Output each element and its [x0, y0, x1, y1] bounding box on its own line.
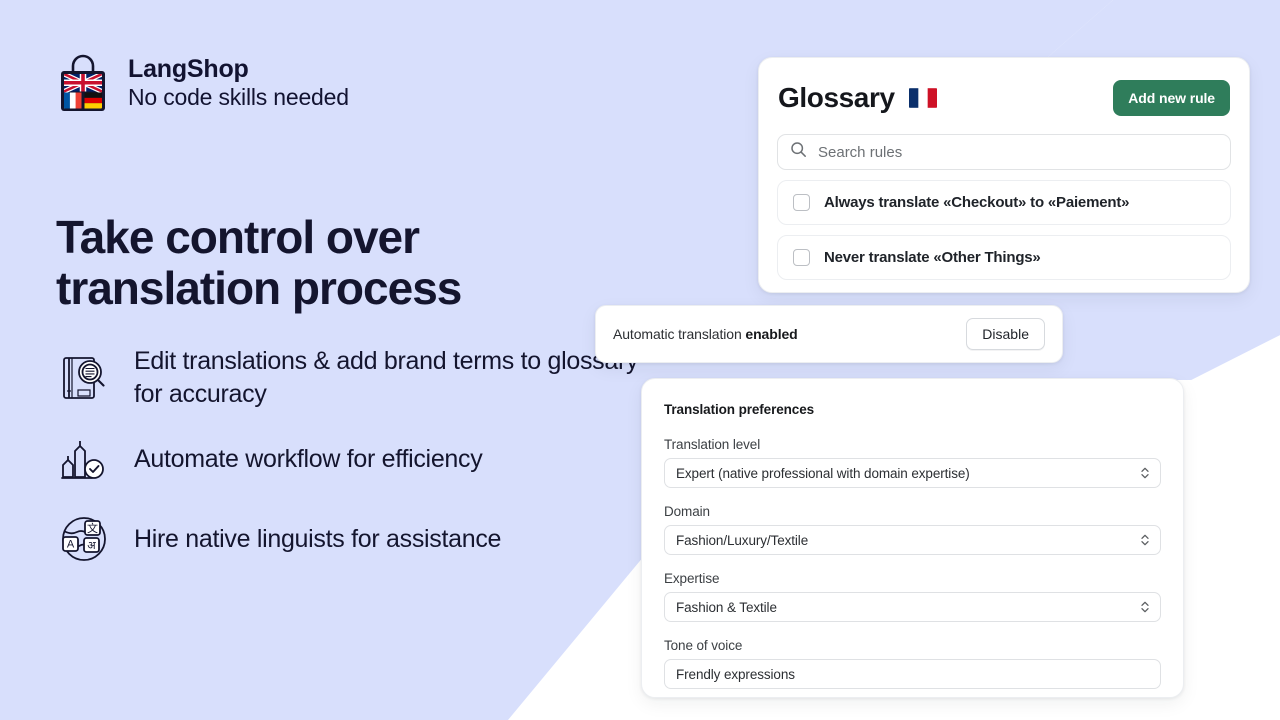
- add-new-rule-button[interactable]: Add new rule: [1113, 80, 1230, 116]
- feature-item: Edit translations & add brand terms to g…: [56, 345, 656, 410]
- field-domain: Domain Fashion/Luxury/Textile: [664, 504, 1161, 555]
- brand-tagline: No code skills needed: [128, 84, 349, 111]
- feature-list: Edit translations & add brand terms to g…: [56, 345, 656, 588]
- page-root: LangShop No code skills needed Take cont…: [0, 0, 1280, 720]
- field-label: Domain: [664, 504, 710, 519]
- automatic-translation-status: Automatic translation enabled: [613, 326, 798, 342]
- book-magnifier-icon: [56, 350, 112, 406]
- glossary-title: Glossary: [778, 82, 895, 113]
- brand-lockup: LangShop No code skills needed: [56, 52, 349, 114]
- checkbox-unchecked-icon[interactable]: [793, 194, 810, 211]
- disable-button[interactable]: Disable: [966, 318, 1045, 350]
- feature-item: A 文 अ Hire native linguists for assistan…: [56, 508, 656, 570]
- glossary-header: Glossary Add new rule: [777, 80, 1231, 116]
- field-label: Tone of voice: [664, 638, 743, 653]
- field-translation-level: Translation level Expert (native profess…: [664, 437, 1161, 488]
- status-badge: enabled: [745, 326, 798, 342]
- tone-of-voice-input[interactable]: Frendly expressions: [664, 659, 1161, 689]
- svg-text:A: A: [67, 539, 75, 551]
- field-label: Expertise: [664, 571, 720, 586]
- growth-chart-check-icon: [56, 431, 112, 487]
- automatic-translation-prefix: Automatic translation: [613, 326, 746, 342]
- feature-label: Automate workflow for efficiency: [134, 444, 483, 473]
- feature-label: Edit translations & add brand terms to g…: [134, 347, 639, 408]
- glossary-card: Glossary Add new rule A: [758, 57, 1250, 293]
- translation-level-select[interactable]: Expert (native professional with domain …: [664, 458, 1161, 488]
- field-expertise: Expertise Fashion & Textile: [664, 571, 1161, 622]
- svg-text:अ: अ: [87, 540, 96, 552]
- field-tone-of-voice: Tone of voice Frendly expressions: [664, 638, 1161, 689]
- input-value: Frendly expressions: [676, 666, 795, 682]
- translation-preferences-card: Translation preferences Translation leve…: [641, 378, 1184, 698]
- flag-france-icon: [908, 88, 937, 108]
- feature-item: Automate workflow for efficiency: [56, 428, 656, 490]
- glossary-title-group: Glossary: [778, 82, 937, 114]
- feature-label: Hire native linguists for assistance: [134, 524, 502, 553]
- search-icon: [790, 141, 807, 163]
- preferences-title: Translation preferences: [664, 402, 815, 417]
- automatic-translation-card: Automatic translation enabled Disable: [595, 305, 1063, 363]
- glossary-rule-row[interactable]: Never translate «Other Things»: [777, 235, 1231, 280]
- shopping-bag-flags-icon: [56, 52, 110, 114]
- search-input[interactable]: [818, 143, 1218, 161]
- page-title: Take control over translation process: [56, 211, 462, 314]
- headline-line-1: Take control over: [56, 211, 420, 263]
- search-rules-field[interactable]: [777, 134, 1231, 170]
- preferences-header: Translation preferences: [664, 401, 1161, 421]
- select-value: Fashion & Textile: [676, 599, 777, 615]
- rule-label: Never translate «Other Things»: [824, 249, 1041, 266]
- glossary-rule-row[interactable]: Always translate «Checkout» to «Paiement…: [777, 180, 1231, 225]
- field-label: Translation level: [664, 437, 761, 452]
- expertise-select[interactable]: Fashion & Textile: [664, 592, 1161, 622]
- select-value: Expert (native professional with domain …: [676, 465, 970, 481]
- chevron-updown-icon[interactable]: [1139, 532, 1151, 548]
- headline-line-2: translation process: [56, 261, 462, 314]
- brand-text: LangShop No code skills needed: [128, 55, 349, 111]
- svg-text:文: 文: [87, 521, 98, 535]
- rule-label: Always translate «Checkout» to «Paiement…: [824, 194, 1130, 211]
- globe-language-icon: A 文 अ: [56, 511, 112, 567]
- chevron-updown-icon[interactable]: [1139, 599, 1151, 615]
- chevron-updown-icon[interactable]: [1139, 465, 1151, 481]
- checkbox-unchecked-icon[interactable]: [793, 249, 810, 266]
- brand-name: LangShop: [128, 55, 249, 84]
- select-value: Fashion/Luxury/Textile: [676, 532, 809, 548]
- domain-select[interactable]: Fashion/Luxury/Textile: [664, 525, 1161, 555]
